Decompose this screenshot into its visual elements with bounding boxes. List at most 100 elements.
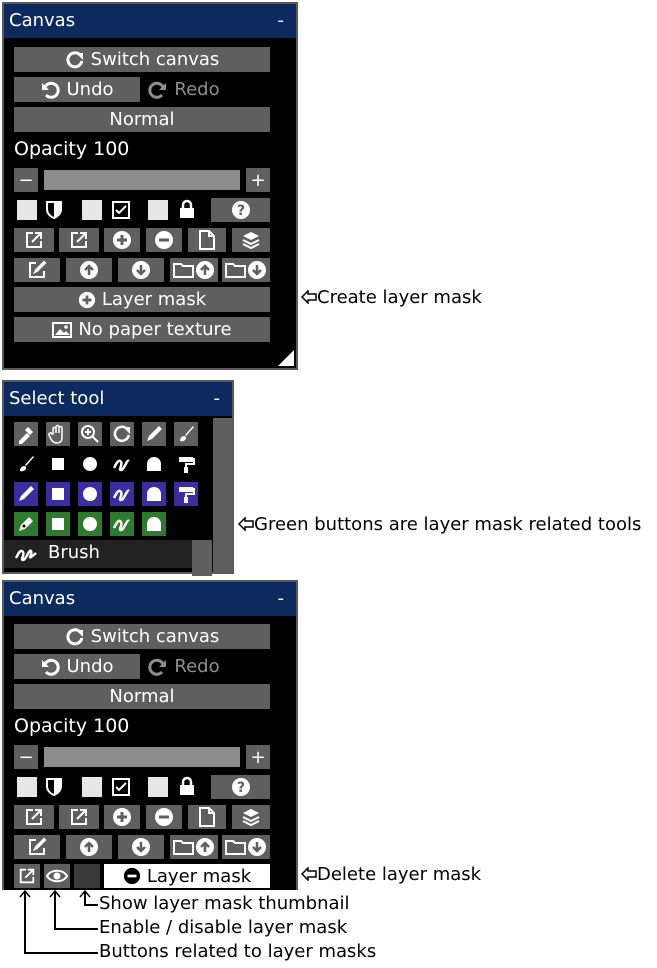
export-merged-button[interactable] [59, 228, 99, 252]
tool-button-bell[interactable] [142, 512, 166, 536]
edit-layer-button[interactable] [14, 835, 60, 859]
undo-icon [42, 658, 61, 676]
tool-button-bell[interactable] [142, 482, 166, 506]
rotate-icon [113, 425, 131, 443]
current-tool-scroll[interactable] [192, 540, 212, 576]
delete-layer-mask-button[interactable]: Layer mask [104, 864, 270, 888]
blend-mode-select[interactable]: Normal [14, 107, 270, 132]
move-layer-up-button[interactable] [66, 835, 112, 859]
tool-button-roller[interactable] [174, 452, 198, 476]
tool-button-ci[interactable] [78, 512, 102, 536]
protect-swatch[interactable] [17, 200, 37, 220]
layers-button[interactable] [232, 805, 270, 829]
new-page-button[interactable] [188, 805, 226, 829]
add-layer-button[interactable] [104, 228, 140, 252]
tool-button-rotate[interactable] [110, 422, 134, 446]
minimize-button[interactable]: - [278, 4, 285, 38]
stroke-icon [112, 459, 130, 472]
tool-button-brush[interactable] [174, 422, 198, 446]
tool-button-pen[interactable] [14, 512, 38, 536]
lock-swatch[interactable] [148, 200, 168, 220]
canvas-panel-title-bar[interactable]: Canvas - [4, 4, 296, 38]
export-merged-button[interactable] [59, 805, 99, 829]
undo-button[interactable]: Undo [14, 77, 140, 102]
layers-button[interactable] [232, 228, 270, 252]
folder-up-button[interactable] [170, 835, 218, 859]
tool-button-roller[interactable] [174, 482, 198, 506]
tool-button-bell[interactable] [142, 452, 166, 476]
current-tool-row[interactable]: Brush [4, 540, 192, 568]
tool-button-sq[interactable] [46, 482, 70, 506]
move-layer-up-button[interactable] [66, 258, 112, 282]
mask-thumbnail[interactable] [74, 864, 100, 888]
create-layer-mask-button[interactable]: Layer mask [14, 287, 270, 312]
tool-button-sq[interactable] [46, 452, 70, 476]
tool-button-ci[interactable] [78, 452, 102, 476]
move-layer-down-button[interactable] [118, 258, 164, 282]
tool-button-stroke[interactable] [110, 482, 134, 506]
arrow-left-icon [237, 516, 254, 532]
mask-export-button[interactable] [14, 864, 40, 888]
folder-down-button[interactable] [222, 258, 270, 282]
help-button[interactable]: ? [211, 198, 270, 222]
checkbox-icon[interactable] [110, 776, 132, 798]
tool-button-zoom[interactable] [78, 422, 102, 446]
tool-button-brush[interactable] [14, 452, 38, 476]
move-layer-down-button[interactable] [118, 835, 164, 859]
tool-scrollbar[interactable] [213, 418, 232, 572]
export-layer-button[interactable] [14, 228, 54, 252]
lock-icon[interactable] [176, 775, 198, 797]
zoom-icon [81, 425, 99, 443]
minimize-button[interactable]: - [278, 582, 285, 616]
folder-up-button[interactable] [170, 258, 218, 282]
svg-text:?: ? [236, 780, 244, 796]
tool-button-hand[interactable] [46, 422, 70, 446]
lock-swatch[interactable] [148, 777, 168, 797]
switch-canvas-button[interactable]: Switch canvas [14, 47, 270, 72]
annotation-create-mask-text: Create layer mask [317, 287, 482, 308]
resize-handle[interactable] [278, 350, 294, 366]
help-button[interactable]: ? [211, 775, 270, 799]
minimize-button[interactable]: - [214, 382, 221, 416]
new-page-button[interactable] [188, 228, 226, 252]
annotation-delete-mask-text: Delete layer mask [317, 864, 482, 885]
canvas-panel-title: Canvas [9, 10, 76, 31]
mask-toggle-button[interactable] [44, 864, 70, 888]
paper-texture-button[interactable]: No paper texture [14, 317, 270, 342]
add-layer-button[interactable] [104, 805, 140, 829]
folder-down-button[interactable] [222, 835, 270, 859]
switch-canvas-button[interactable]: Switch canvas [14, 624, 270, 649]
opacity-slider[interactable] [44, 747, 240, 767]
blend-mode-select[interactable]: Normal [14, 684, 270, 709]
visibility-swatch[interactable] [82, 200, 102, 220]
delete-layer-button[interactable] [146, 228, 182, 252]
lock-icon[interactable] [176, 198, 198, 220]
redo-button[interactable]: Redo [141, 77, 227, 102]
export-layer-button[interactable] [14, 805, 54, 829]
delete-layer-button[interactable] [146, 805, 182, 829]
help-icon: ? [231, 201, 250, 219]
protect-swatch[interactable] [17, 777, 37, 797]
undo-button[interactable]: Undo [14, 654, 140, 679]
tool-button-pencil[interactable] [142, 422, 166, 446]
canvas-panel-title-bar[interactable]: Canvas - [4, 582, 296, 616]
tool-button-stroke[interactable] [110, 452, 134, 476]
opacity-decrease-button[interactable]: − [14, 745, 38, 769]
tool-button-pencil[interactable] [14, 482, 38, 506]
redo-button[interactable]: Redo [141, 654, 227, 679]
tool-button-ci[interactable] [78, 482, 102, 506]
opacity-decrease-button[interactable]: − [14, 168, 38, 192]
opacity-slider[interactable] [44, 170, 240, 190]
hand-icon [48, 424, 63, 444]
opacity-increase-button[interactable]: + [246, 168, 270, 192]
tool-button-dropper[interactable] [14, 422, 38, 446]
tool-button-sq[interactable] [46, 512, 70, 536]
tool-button-stroke[interactable] [110, 512, 134, 536]
checkbox-icon[interactable] [110, 199, 132, 221]
visibility-swatch[interactable] [82, 777, 102, 797]
edit-layer-button[interactable] [14, 258, 60, 282]
select-tool-title-bar[interactable]: Select tool - [4, 382, 232, 416]
opacity-increase-button[interactable]: + [246, 745, 270, 769]
callout-line-enable [49, 889, 98, 930]
plus-circle-icon [78, 291, 95, 308]
